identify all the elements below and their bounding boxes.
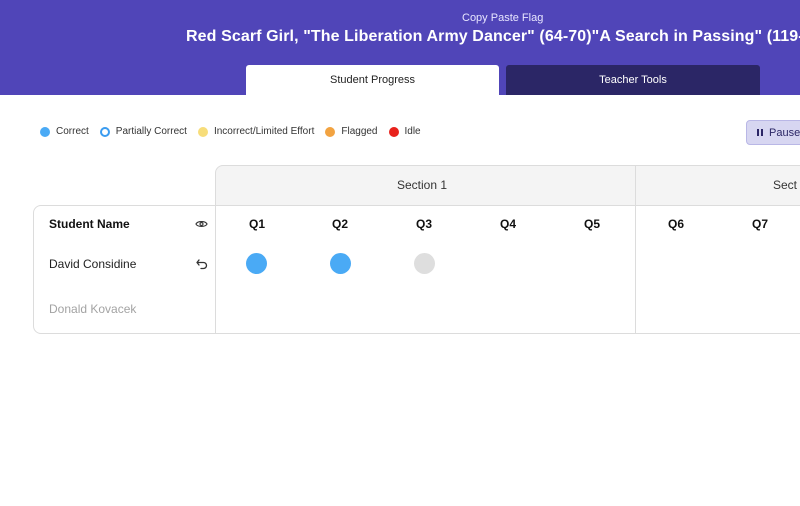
tab-teacher-tools[interactable]: Teacher Tools — [506, 65, 760, 95]
flagged-dot-icon — [325, 126, 336, 137]
student-name-header: Student Name — [49, 217, 130, 231]
legend-label: Correct — [56, 126, 89, 137]
partially-correct-ring-icon — [99, 126, 110, 137]
eye-icon[interactable] — [195, 219, 208, 229]
copy-paste-flag-label: Copy Paste Flag — [462, 12, 544, 24]
section-1-label: Section 1 — [397, 178, 448, 192]
correct-dot-icon — [40, 126, 50, 137]
question-header-q1: Q1 — [249, 217, 266, 231]
legend-label: Idle — [404, 126, 421, 137]
answer-david-q2[interactable] — [330, 253, 351, 274]
section-header-bar — [215, 165, 800, 206]
legend-partially-correct: Partially Correct — [99, 126, 187, 137]
legend-correct: Correct — [40, 126, 89, 137]
legend-label: Partially Correct — [115, 126, 187, 137]
legend-incorrect: Incorrect/Limited Effort — [197, 126, 315, 137]
question-header-q7: Q7 — [752, 217, 769, 231]
tab-student-progress[interactable]: Student Progress — [246, 65, 499, 95]
pause-icon — [757, 129, 763, 136]
question-header-q3: Q3 — [416, 217, 433, 231]
pause-label: Pause — [769, 126, 800, 139]
answer-david-q1[interactable] — [246, 253, 267, 274]
answer-david-q3[interactable] — [414, 253, 435, 274]
question-header-q5: Q5 — [584, 217, 601, 231]
section-2-label: Sect — [773, 178, 798, 192]
legend-label: Flagged — [341, 126, 378, 137]
undo-icon[interactable] — [196, 258, 208, 270]
question-header-q6: Q6 — [668, 217, 685, 231]
legend-flagged: Flagged — [325, 126, 378, 137]
question-header-q4: Q4 — [500, 217, 517, 231]
name-column-divider — [215, 205, 216, 334]
assignment-header: Copy Paste Flag Red Scarf Girl, "The Lib… — [0, 0, 800, 95]
assignment-title: Red Scarf Girl, "The Liberation Army Dan… — [186, 28, 800, 45]
student-name-donald-kovacek[interactable]: Donald Kovacek — [49, 302, 136, 316]
legend-idle: Idle — [388, 126, 421, 137]
idle-dot-icon — [388, 126, 399, 137]
question-header-q2: Q2 — [332, 217, 349, 231]
legend-label: Incorrect/Limited Effort — [213, 126, 315, 137]
status-legend: Correct Partially Correct Incorrect/Limi… — [40, 126, 432, 137]
pause-button[interactable]: Pause — [746, 120, 800, 145]
incorrect-dot-icon — [197, 126, 208, 137]
student-name-david-considine[interactable]: David Considine — [49, 257, 136, 271]
